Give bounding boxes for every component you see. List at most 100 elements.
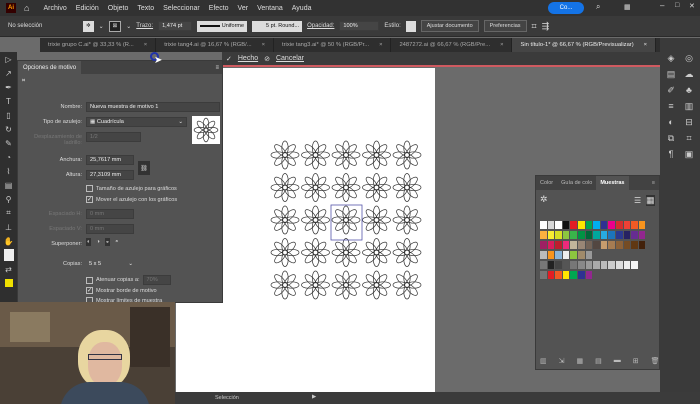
swatch[interactable] [577,221,586,229]
properties-icon[interactable]: ▤ [662,66,680,82]
stroke-swatch[interactable]: ⊠ [108,20,122,32]
swatch[interactable] [577,231,586,239]
grid-view-icon[interactable]: ▦ [646,195,655,206]
new-group-icon[interactable]: ▬ [614,357,621,365]
warp-tool-icon[interactable]: ⌇ [0,164,17,178]
search-icon[interactable]: ⌕ [596,2,600,12]
link-proportions-icon[interactable]: ⛓ [138,161,150,175]
fill-stroke-icon[interactable] [0,248,17,262]
swatch[interactable] [570,221,578,229]
type-icon[interactable]: ¶ [662,146,680,162]
home-icon[interactable]: ⌂ [24,3,29,13]
swatch[interactable] [577,261,586,269]
swatch-library-icon[interactable]: ▥ [540,357,547,365]
overlap-right-icon[interactable]: ◑ [96,239,99,245]
maximize-icon[interactable]: □ [675,2,679,9]
size-tile-checkbox[interactable]: Tamaño de azulejo para gráficos [86,185,177,192]
swatch[interactable] [623,221,632,229]
checkbox-checked[interactable]: ✓ [86,196,93,203]
hand-tool-icon[interactable]: ✋ [0,234,17,248]
swatch[interactable] [547,251,556,259]
menu-ayuda[interactable]: Ayuda [292,5,312,12]
transparency-icon[interactable]: ◐ [662,114,680,130]
swatch[interactable] [600,231,609,239]
close-icon[interactable]: ✕ [689,2,695,10]
menu-ventana[interactable]: Ventana [257,5,283,12]
swatch[interactable] [615,221,624,229]
stroke-weight-input[interactable]: 1,474 pt [158,21,193,31]
type-tool-icon[interactable]: T [0,94,17,108]
selection-tool-icon[interactable]: ▷ [0,52,17,66]
show-kinds-icon[interactable]: ▦ [577,357,584,365]
swatch[interactable] [540,251,548,259]
swatch[interactable] [555,251,563,259]
transform-icon[interactable]: ⌗ [532,21,537,32]
artboards-icon[interactable]: ▣ [680,146,698,162]
menu-seleccionar[interactable]: Seleccionar [163,5,200,12]
swatch[interactable] [540,221,548,229]
close-icon[interactable]: × [644,42,647,48]
swatch[interactable] [615,231,624,239]
tile-edit-icon[interactable]: ⌗ [22,78,25,85]
swatch[interactable] [585,241,594,249]
swatch[interactable] [623,261,632,269]
direct-selection-tool-icon[interactable]: ↗ [0,66,17,80]
brick-offset-select[interactable]: 1/2 [86,132,141,142]
swatch[interactable] [547,241,556,249]
new-swatch-icon[interactable]: ⊞ [633,357,639,365]
swatch[interactable] [623,241,632,249]
swatch[interactable] [570,251,578,259]
swatch[interactable] [577,271,586,279]
swatch[interactable] [585,271,594,279]
minimize-icon[interactable]: – [660,1,664,10]
rotate-tool-icon[interactable]: ↻ [0,122,17,136]
swatch[interactable] [585,221,594,229]
swatch[interactable] [585,231,594,239]
swatch[interactable] [555,261,563,269]
layers-icon[interactable]: ◈ [662,50,680,66]
name-input[interactable]: Nueva muestra de motivo 1 [86,102,220,112]
pathfinder-icon[interactable]: ⧉ [662,130,680,146]
shape-builder-icon[interactable]: ◔ [0,150,17,164]
style-swatch[interactable] [405,20,416,32]
swatch[interactable] [593,231,601,239]
opacity-input[interactable]: 100% [339,21,380,31]
align-icon[interactable]: ⇶ [542,21,550,32]
swatch[interactable] [631,221,639,229]
overlap-bottom-icon[interactable]: ◓ [115,239,118,245]
tab-document[interactable]: trixie tang4.ai @ 16,67 % (RGB/... × [156,38,274,52]
swatch[interactable] [562,271,571,279]
fill-stroke-indicator-icon[interactable]: ✲ [540,194,548,205]
swatch[interactable] [540,241,548,249]
swatch[interactable] [570,231,578,239]
cancel-button[interactable]: Cancelar [276,55,304,62]
tab-color-guide[interactable]: Guía de colo [557,176,596,190]
close-icon[interactable]: × [500,42,503,48]
fill-swatch[interactable]: ✲ [83,20,94,32]
swap-colors-icon[interactable]: ⇄ [0,262,17,276]
fit-document-button[interactable]: Ajustar documento [420,20,479,32]
tab-document-active[interactable]: Sin título-1* @ 66,67 % (RGB/Previsualiz… [512,38,657,52]
swatch[interactable] [638,221,647,229]
height-input[interactable]: 27,3109 mm [86,170,134,180]
tab-document[interactable]: trixie tang3.ai* @ 50 % (RGB/Pr... × [274,38,392,52]
symbols-icon[interactable]: ♣ [680,82,698,98]
chevron-down-icon[interactable]: ⌄ [126,23,131,30]
swatch[interactable] [608,261,616,269]
stroke-profile-select[interactable]: Uniforme [197,20,248,32]
appearance-icon[interactable]: ◎ [680,50,698,66]
opacity-label[interactable]: Opacidad: [307,23,334,29]
stroke-label[interactable]: Trazo: [136,23,153,29]
swatch-options-icon[interactable]: ▤ [595,357,602,365]
swatch[interactable] [570,241,578,249]
swatch[interactable] [577,241,586,249]
swatch[interactable] [608,241,616,249]
color-mode-icon[interactable] [0,276,17,290]
play-icon[interactable]: ▶ [312,394,316,400]
preferences-button[interactable]: Preferencias [483,20,527,32]
done-button[interactable]: Hecho [238,55,258,62]
swatch[interactable] [631,241,639,249]
menu-ver[interactable]: Ver [238,5,249,12]
transform-icon[interactable]: ⌗ [680,130,698,146]
menu-texto[interactable]: Texto [137,5,154,12]
